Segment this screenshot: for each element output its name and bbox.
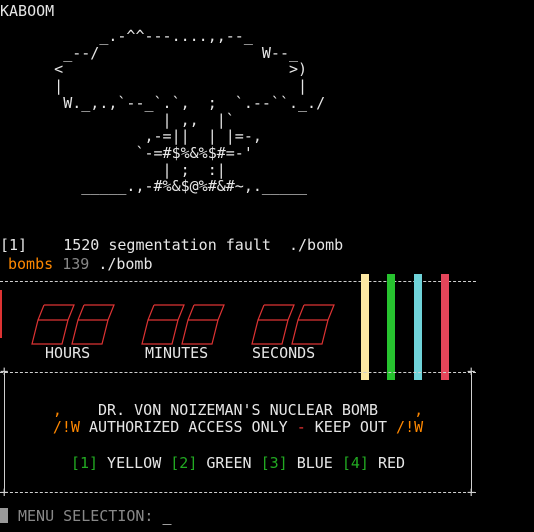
mushroom-cloud-ascii-art: _.-^^---....,,--_ _--/ W--_ < >) | | W._…	[54, 27, 326, 196]
corner-mark: +	[467, 364, 476, 380]
title-mark-right: ,	[414, 401, 424, 419]
left-red-edge	[0, 290, 2, 338]
timer-digits	[31, 304, 335, 345]
option-key-2: [2]	[170, 454, 198, 472]
minutes-digits	[141, 304, 225, 345]
blue-wire[interactable]	[414, 274, 422, 380]
job-status-line: [1] 1520 segmentation fault ./bomb	[0, 236, 344, 254]
option-label-red[interactable]: RED	[378, 454, 405, 472]
separator-line	[0, 281, 476, 282]
option-key-1: [1]	[70, 454, 99, 472]
text-cursor: _	[162, 507, 172, 525]
hours-digits	[31, 304, 115, 345]
control-panel: + + + + , DR. VON NOIZEMAN'S NUCLEAR BOM…	[0, 364, 476, 501]
warning-dash: -	[296, 418, 306, 436]
title-mark-left: ,	[52, 401, 62, 419]
option-label-blue[interactable]: BLUE	[297, 454, 333, 472]
panel-title: DR. VON NOIZEMAN'S NUCLEAR BOMB	[98, 401, 378, 419]
warning-icon-right: /!W	[396, 418, 424, 436]
menu-prompt-label: MENU SELECTION:	[18, 507, 163, 525]
option-label-yellow[interactable]: YELLOW	[107, 454, 161, 472]
warning-text: AUTHORIZED ACCESS ONLY	[88, 418, 288, 436]
prompt-count: 139	[62, 255, 90, 273]
warning-icon-left: /!W	[52, 418, 80, 436]
prompt-name: bombs	[8, 255, 54, 273]
prompt-marker	[0, 508, 8, 523]
option-label-green[interactable]: GREEN	[206, 454, 251, 472]
corner-mark: +	[0, 364, 9, 380]
option-key-3: [3]	[260, 454, 288, 472]
warning-text-2: KEEP OUT	[314, 418, 388, 436]
wire-options-row: [1] YELLOW [2] GREEN [3] BLUE [4] RED	[0, 454, 476, 472]
green-wire[interactable]	[387, 274, 395, 380]
corner-mark: +	[0, 485, 9, 501]
panel-title-row: , DR. VON NOIZEMAN'S NUCLEAR BOMB ,	[0, 401, 476, 419]
seconds-label: SECONDS	[252, 344, 316, 362]
prompt-command: ./bomb	[98, 255, 153, 273]
window-title: KABOOM	[0, 2, 55, 20]
menu-selection-prompt[interactable]: MENU SELECTION: _	[18, 509, 172, 524]
corner-mark: +	[467, 485, 476, 501]
warning-row: /!W AUTHORIZED ACCESS ONLY - KEEP OUT /!…	[0, 418, 476, 436]
red-wire[interactable]	[441, 274, 449, 380]
option-key-4: [4]	[341, 454, 369, 472]
yellow-wire[interactable]	[361, 274, 369, 380]
seconds-digits	[251, 304, 335, 345]
panel-top-border	[0, 372, 476, 373]
shell-prompt: bombs 139 ./bomb	[8, 257, 153, 272]
minutes-label: MINUTES	[145, 344, 209, 362]
panel-bottom-border	[0, 492, 476, 493]
hours-label: HOURS	[45, 344, 91, 362]
